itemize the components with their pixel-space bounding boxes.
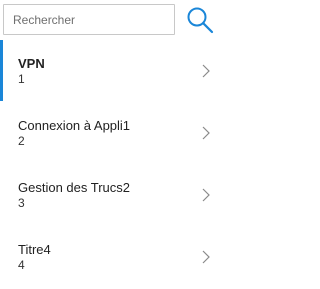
list-item-title: Gestion des Trucs2 bbox=[18, 180, 130, 195]
list-item-subtitle: 2 bbox=[18, 134, 25, 148]
chevron-right-icon bbox=[202, 126, 210, 140]
list-item-title: VPN bbox=[18, 56, 45, 71]
list-item[interactable]: Connexion à Appli1 2 bbox=[0, 102, 220, 164]
list-item-title: Connexion à Appli1 bbox=[18, 118, 131, 133]
search-bar bbox=[0, 0, 220, 42]
chevron-right-icon bbox=[202, 64, 210, 78]
list-item-subtitle: 1 bbox=[18, 72, 25, 86]
item-list: VPN 1 Connexion à Appli1 2 Gestion des T… bbox=[0, 40, 220, 288]
search-icon bbox=[187, 7, 214, 34]
list-item-subtitle: 3 bbox=[18, 196, 25, 210]
chevron-right-icon bbox=[202, 250, 210, 264]
selection-indicator bbox=[0, 40, 3, 101]
list-item[interactable]: VPN 1 bbox=[0, 40, 220, 102]
chevron-right-icon bbox=[202, 188, 210, 202]
list-item[interactable]: Titre4 4 bbox=[0, 226, 220, 288]
list-item-title: Titre4 bbox=[18, 242, 51, 257]
list-panel: VPN 1 Connexion à Appli1 2 Gestion des T… bbox=[0, 0, 220, 289]
search-input[interactable] bbox=[3, 4, 175, 35]
search-button[interactable] bbox=[184, 4, 216, 36]
list-item-subtitle: 4 bbox=[18, 258, 25, 272]
list-item[interactable]: Gestion des Trucs2 3 bbox=[0, 164, 220, 226]
